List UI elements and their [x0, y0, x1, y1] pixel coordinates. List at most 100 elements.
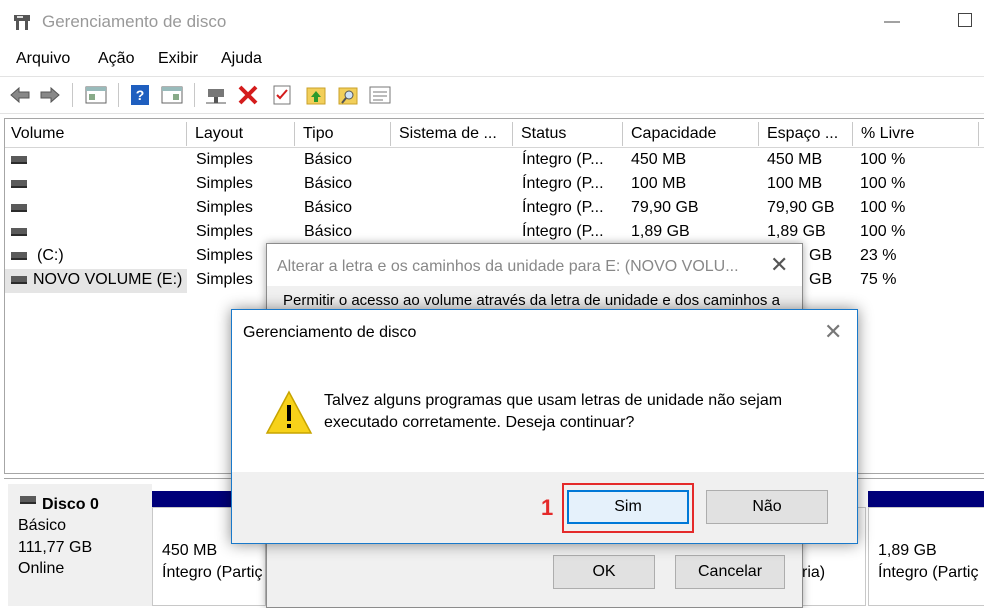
column-tipo[interactable]: Tipo: [297, 122, 391, 146]
cell-status: Íntegro (P...: [522, 223, 604, 240]
svg-text:?: ?: [136, 87, 145, 103]
menu-exibir[interactable]: Exibir: [158, 50, 198, 68]
cell-volume: (C:): [37, 247, 64, 264]
dialog-message: Talvez alguns programas que usam letras …: [324, 390, 844, 434]
delete-icon[interactable]: [236, 83, 260, 107]
folder-up-icon[interactable]: [304, 83, 328, 107]
cell-tipo: Básico: [304, 223, 353, 240]
table-row[interactable]: Simples Básico Íntegro (P... 450 MB 450 …: [5, 149, 984, 173]
cell-livre: 100 %: [860, 199, 906, 216]
table-row[interactable]: Simples Básico Íntegro (P... 79,90 GB 79…: [5, 197, 984, 221]
message-line: Talvez alguns programas que usam letras …: [324, 392, 783, 409]
toolbar-separator: [194, 83, 195, 107]
search-folder-icon[interactable]: [336, 83, 360, 107]
column-volume[interactable]: Volume: [5, 122, 187, 146]
column-layout[interactable]: Layout: [189, 122, 295, 146]
disk-name: Disco 0: [42, 496, 99, 513]
cell-capacidade: 450 MB: [631, 151, 687, 168]
disk-type: Básico: [18, 517, 67, 534]
cell-layout: Simples: [196, 175, 253, 192]
cell-tipo: Básico: [304, 175, 353, 192]
disk-icon: [20, 496, 36, 504]
maximize-icon[interactable]: [958, 13, 972, 27]
checklist-icon[interactable]: [270, 83, 294, 107]
window-title: Gerenciamento de disco: [42, 12, 227, 31]
partition-size: 450 MB: [162, 542, 218, 559]
cell-espaco: 79,90 GB: [767, 199, 835, 216]
warning-icon: [265, 390, 313, 434]
cell-volume: NOVO VOLUME (E:): [33, 271, 183, 288]
toolbar-separator: [72, 83, 73, 107]
yes-button[interactable]: Sim: [567, 490, 689, 524]
menu-ajuda[interactable]: Ajuda: [221, 50, 262, 68]
close-icon[interactable]: ✕: [824, 319, 842, 345]
properties-icon[interactable]: [84, 83, 108, 107]
list-view-icon[interactable]: [368, 83, 392, 107]
dialog-title: Alterar a letra e os caminhos da unidade…: [277, 258, 739, 275]
cell-espaco: 450 MB: [767, 151, 823, 168]
drive-icon: [11, 180, 27, 188]
menu-acao[interactable]: Ação: [98, 50, 134, 68]
partition-status: ria): [802, 564, 826, 581]
cell-status: Íntegro (P...: [522, 151, 604, 168]
cell-layout: Simples: [196, 151, 253, 168]
drive-icon: [11, 276, 27, 284]
disk-size: 111,77 GB: [18, 539, 93, 556]
cell-capacidade: 1,89 GB: [631, 223, 690, 240]
cell-tipo: Básico: [304, 199, 353, 216]
column-capacidade[interactable]: Capacidade: [625, 122, 759, 146]
connect-icon[interactable]: [204, 83, 228, 107]
dialog-caption: Alterar a letra e os caminhos da unidade…: [267, 244, 802, 286]
partition-block[interactable]: 1,89 GB Íntegro (Partiç: [868, 507, 984, 606]
console-icon[interactable]: [160, 83, 184, 107]
cell-layout: Simples: [196, 271, 253, 288]
column-espaco[interactable]: Espaço ...: [761, 122, 853, 146]
drive-icon: [11, 156, 27, 164]
ok-button[interactable]: OK: [553, 555, 655, 589]
disk-state: Online: [18, 560, 65, 577]
partition-status: Íntegro (Partiç: [162, 564, 263, 581]
cell-livre: 100 %: [860, 151, 906, 168]
menu-bar: Arquivo Ação Exibir Ajuda: [0, 44, 984, 74]
cell-status: Íntegro (P...: [522, 175, 604, 192]
minimize-icon[interactable]: [882, 10, 902, 34]
column-status[interactable]: Status: [515, 122, 623, 146]
cell-livre: 75 %: [860, 271, 897, 288]
cell-espaco: GB: [809, 247, 833, 264]
table-row[interactable]: Simples Básico Íntegro (P... 100 MB 100 …: [5, 173, 984, 197]
cell-tipo: Básico: [304, 151, 353, 168]
help-icon[interactable]: ?: [128, 83, 152, 107]
partition-status: Íntegro (Partiç: [878, 564, 979, 581]
cancel-button[interactable]: Cancelar: [675, 555, 785, 589]
drive-icon: [11, 228, 27, 236]
disk-management-app-icon: [14, 15, 30, 30]
column-sistema[interactable]: Sistema de ...: [393, 122, 513, 146]
cell-layout: Simples: [196, 223, 253, 240]
cell-espaco: 100 MB: [767, 175, 823, 192]
drive-icon: [11, 252, 27, 260]
toolbar: ?: [0, 76, 984, 114]
table-row[interactable]: Simples Básico Íntegro (P... 1,89 GB 1,8…: [5, 221, 984, 245]
partition-size: 1,89 GB: [878, 542, 937, 559]
cell-capacidade: 100 MB: [631, 175, 687, 192]
cell-livre: 100 %: [860, 223, 906, 240]
title-bar: Gerenciamento de disco: [0, 0, 984, 44]
menu-arquivo[interactable]: Arquivo: [16, 50, 70, 68]
partition-bar: [868, 491, 984, 507]
dialog-description: Permitir o acesso ao volume através da l…: [283, 292, 780, 309]
column-header-row: Volume Layout Tipo Sistema de ... Status…: [5, 119, 984, 148]
back-icon[interactable]: [8, 83, 32, 107]
dialog-title: Gerenciamento de disco: [243, 324, 417, 341]
disk-info[interactable]: Disco 0 Básico 111,77 GB Online: [8, 484, 152, 606]
column-livre[interactable]: % Livre: [855, 122, 979, 146]
cell-layout: Simples: [196, 199, 253, 216]
forward-icon[interactable]: [38, 83, 62, 107]
cell-layout: Simples: [196, 247, 253, 264]
cell-livre: 23 %: [860, 247, 897, 264]
no-button[interactable]: Não: [706, 490, 828, 524]
cell-livre: 100 %: [860, 175, 906, 192]
close-icon[interactable]: ✕: [770, 252, 788, 278]
drive-icon: [11, 204, 27, 212]
annotation-number: 1: [541, 495, 554, 520]
cell-espaco: 1,89 GB: [767, 223, 826, 240]
